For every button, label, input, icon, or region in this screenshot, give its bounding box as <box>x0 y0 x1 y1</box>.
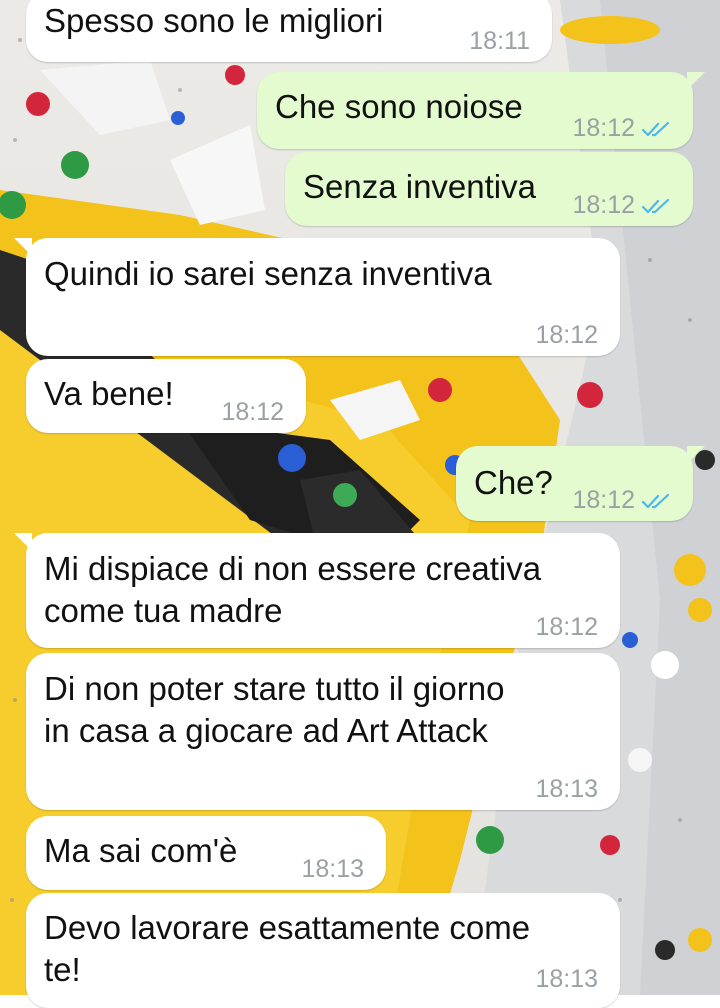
message-bubble-incoming[interactable]: Mi dispiace di non essere creativa come … <box>14 533 620 648</box>
message-bubble-outgoing[interactable]: Senza inventiva 18:12 <box>285 152 693 226</box>
message-meta: 18:12 <box>535 321 598 350</box>
message-bubble-incoming[interactable]: Quindi io sarei senza inventiva 18:12 <box>14 238 620 356</box>
message-bubble-outgoing[interactable]: Che sono noiose 18:12 <box>257 72 705 149</box>
message-time: 18:12 <box>535 321 598 349</box>
message-text: Senza inventiva <box>303 168 536 205</box>
message-meta: 18:12 <box>572 486 671 515</box>
message-bubble-incoming[interactable]: Spesso sono le migliori 18:11 <box>26 0 552 62</box>
message-text: Di non poter stare tutto il giorno in ca… <box>44 670 505 749</box>
message-meta: 18:12 <box>221 398 284 427</box>
double-check-icon <box>641 493 670 508</box>
double-check-icon <box>641 121 670 136</box>
double-check-icon <box>641 198 670 213</box>
message-meta: 18:12 <box>572 191 671 220</box>
message-meta: 18:13 <box>301 855 364 884</box>
message-text: Mi dispiace di non essere creativa come … <box>44 550 542 629</box>
message-bubble-incoming[interactable]: Di non poter stare tutto il giorno in ca… <box>26 653 620 810</box>
message-text: Che? <box>474 464 553 501</box>
message-text: Che sono noiose <box>275 88 523 125</box>
message-time: 18:13 <box>301 855 364 883</box>
message-bubble-incoming[interactable]: Devo lavorare esattamente come te! 18:13 <box>26 893 620 1008</box>
message-meta: 18:13 <box>535 775 598 804</box>
message-text: Quindi io sarei senza inventiva <box>44 255 492 292</box>
message-bubble-incoming[interactable]: Va bene! 18:12 <box>26 359 306 433</box>
message-text: Spesso sono le migliori <box>44 2 384 39</box>
message-text: Ma sai com'è <box>44 832 238 869</box>
message-meta: 18:12 <box>572 114 671 143</box>
message-time: 18:11 <box>469 27 530 55</box>
message-time: 18:13 <box>535 775 598 803</box>
message-meta: 18:13 <box>535 965 598 994</box>
message-text: Devo lavorare esattamente come te! <box>44 909 531 988</box>
message-time: 18:12 <box>572 486 635 514</box>
message-time: 18:12 <box>572 114 635 142</box>
message-time: 18:12 <box>535 613 598 641</box>
message-bubble-incoming[interactable]: Ma sai com'è 18:13 <box>26 816 386 890</box>
message-time: 18:13 <box>535 965 598 993</box>
message-text: Va bene! <box>44 375 174 412</box>
message-time: 18:12 <box>221 398 284 426</box>
message-bubble-outgoing[interactable]: Che? 18:12 <box>456 446 705 521</box>
message-meta: 18:11 <box>469 27 530 56</box>
message-time: 18:12 <box>572 191 635 219</box>
message-meta: 18:12 <box>535 613 598 642</box>
